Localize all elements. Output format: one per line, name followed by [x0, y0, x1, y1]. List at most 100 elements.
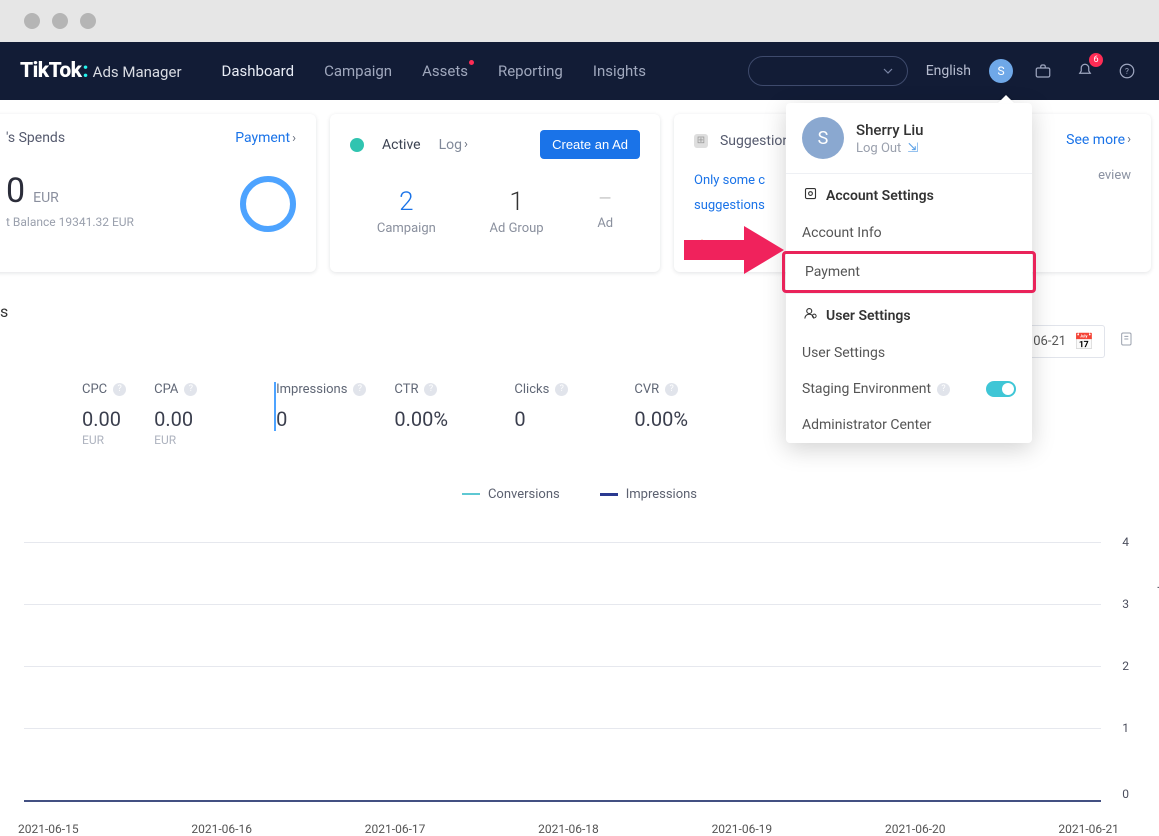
- nav-reporting[interactable]: Reporting: [498, 62, 563, 80]
- create-ad-button[interactable]: Create an Ad: [540, 130, 640, 159]
- help-icon: ?: [184, 383, 197, 396]
- nav-insights[interactable]: Insights: [593, 62, 646, 80]
- gridline: [24, 604, 1101, 605]
- export-button[interactable]: [1119, 331, 1135, 351]
- y-tick: 3: [1122, 597, 1129, 611]
- payment-link[interactable]: Payment ›: [235, 130, 296, 146]
- top-navigation: TikTok: Ads Manager Dashboard Campaign A…: [0, 42, 1159, 100]
- x-label: 2021-06-19: [712, 822, 773, 836]
- metric-cpc-sub: EUR: [82, 433, 126, 447]
- menu-administrator-center[interactable]: Administrator Center: [786, 407, 1032, 443]
- logout-link[interactable]: Log Out ⇲: [856, 141, 924, 156]
- account-selector[interactable]: [748, 56, 908, 86]
- logout-icon: ⇲: [907, 141, 918, 156]
- stat-adgroup[interactable]: 1 Ad Group: [490, 187, 544, 236]
- traffic-light-zoom: [80, 13, 96, 29]
- gridline: [24, 728, 1101, 729]
- help-icon: ?: [113, 383, 126, 396]
- stat-ad-label: Ad: [597, 216, 613, 231]
- stat-campaign-label: Campaign: [377, 221, 436, 236]
- nav-assets[interactable]: Assets: [422, 62, 468, 80]
- metric-clicks[interactable]: Clicks? 0: [514, 382, 634, 431]
- chevron-down-icon: [883, 66, 893, 76]
- chevron-right-icon: ›: [1127, 132, 1131, 147]
- y-tick: 4: [1122, 535, 1129, 549]
- staging-toggle[interactable]: [986, 381, 1016, 397]
- x-label: 2021-06-17: [365, 822, 426, 836]
- metric-impressions[interactable]: Impressions? 0: [274, 382, 394, 431]
- metric-clicks-value: 0: [514, 407, 606, 431]
- suggestions-icon: ⊞: [694, 134, 708, 148]
- menu-payment-label: Payment: [805, 264, 860, 280]
- help-button[interactable]: ?: [1115, 59, 1139, 83]
- menu-user-settings-label: User Settings: [802, 345, 885, 361]
- metric-ctr-label: CTR: [394, 382, 418, 397]
- metric-cpc[interactable]: CPC? 0.00 EUR: [0, 382, 154, 447]
- user-avatar[interactable]: S: [989, 59, 1013, 83]
- user-menu-header: S Sherry Liu Log Out ⇲: [786, 103, 1032, 174]
- attention-dot-icon: [469, 60, 474, 65]
- metric-cvr-label: CVR: [634, 382, 659, 397]
- user-menu-name: Sherry Liu: [856, 121, 924, 139]
- metric-cpa-sub: EUR: [154, 433, 246, 447]
- campaign-card: Active Log › Create an Ad 2 Campaign 1 A…: [330, 114, 660, 272]
- metric-ctr-value: 0.00%: [394, 407, 486, 431]
- x-label: 2021-06-15: [18, 822, 79, 836]
- see-more-link[interactable]: See more ›: [1066, 132, 1131, 148]
- legend-conversions[interactable]: Conversions: [462, 487, 560, 502]
- stat-campaign-value: 2: [377, 187, 436, 217]
- menu-staging-label: Staging Environment: [802, 381, 931, 397]
- spend-card-title: 's Spends: [6, 130, 65, 146]
- metric-impressions-value: 0: [276, 407, 366, 431]
- help-circle-icon: ?: [1118, 62, 1136, 80]
- spend-currency: EUR: [33, 190, 59, 206]
- nav-campaign[interactable]: Campaign: [324, 62, 392, 80]
- metric-cpc-value: 0.00: [82, 407, 126, 431]
- gridline: [24, 542, 1101, 543]
- metric-cpa-value: 0.00: [154, 407, 246, 431]
- user-avatar-large: S: [802, 117, 844, 159]
- nav-dashboard[interactable]: Dashboard: [222, 62, 295, 80]
- suggestions-review: eview: [1098, 168, 1131, 183]
- y-tick: 1: [1122, 721, 1129, 735]
- menu-user-settings[interactable]: User Settings: [786, 335, 1032, 371]
- menu-staging-environment[interactable]: Staging Environment ?: [786, 371, 1032, 407]
- help-icon: ?: [555, 383, 568, 396]
- chart-legend: Conversions Impressions: [0, 487, 1159, 502]
- notifications-button[interactable]: 6: [1073, 59, 1097, 83]
- notifications-badge: 6: [1089, 53, 1103, 67]
- spend-card: 's Spends Payment › 0 EUR t Balance 1934…: [0, 114, 316, 272]
- browser-chrome: [0, 0, 1159, 42]
- x-label: 2021-06-18: [538, 822, 599, 836]
- logo: TikTok: Ads Manager: [20, 59, 182, 83]
- metric-cvr[interactable]: CVR? 0.00%: [634, 382, 754, 431]
- metric-impressions-label: Impressions: [276, 382, 347, 397]
- legend-impressions[interactable]: Impressions: [600, 487, 697, 502]
- business-center-button[interactable]: [1031, 59, 1055, 83]
- log-link[interactable]: Log ›: [439, 137, 468, 153]
- status-active-dot-icon: [350, 138, 364, 152]
- status-active-label: Active: [382, 137, 421, 153]
- menu-account-info[interactable]: Account Info: [786, 215, 1032, 251]
- metric-cpa[interactable]: CPA? 0.00 EUR: [154, 382, 274, 447]
- see-more-label: See more: [1066, 132, 1125, 148]
- legend-conversions-label: Conversions: [488, 487, 560, 502]
- stat-ad-value: –: [597, 187, 613, 212]
- language-label[interactable]: English: [926, 63, 971, 79]
- nav-links: Dashboard Campaign Assets Reporting Insi…: [222, 62, 748, 80]
- user-settings-header-label: User Settings: [826, 308, 911, 324]
- menu-payment[interactable]: Payment: [782, 251, 1036, 293]
- legend-impressions-label: Impressions: [626, 487, 697, 502]
- stat-adgroup-label: Ad Group: [490, 221, 544, 236]
- date-range-picker[interactable]: 06-21 📅: [1022, 325, 1105, 358]
- help-icon: ?: [937, 383, 950, 396]
- menu-admin-label: Administrator Center: [802, 417, 931, 433]
- metric-ctr[interactable]: CTR? 0.00%: [394, 382, 514, 431]
- stat-campaign[interactable]: 2 Campaign: [377, 187, 436, 236]
- nav-assets-label: Assets: [422, 62, 468, 80]
- suggestions-title-wrap: ⊞ Suggestions: [694, 130, 797, 149]
- stat-ad[interactable]: – Ad: [597, 187, 613, 236]
- date-end-label: 06-21: [1033, 334, 1066, 349]
- chevron-right-icon: ›: [464, 137, 468, 152]
- dropdown-pointer-icon: [998, 95, 1014, 103]
